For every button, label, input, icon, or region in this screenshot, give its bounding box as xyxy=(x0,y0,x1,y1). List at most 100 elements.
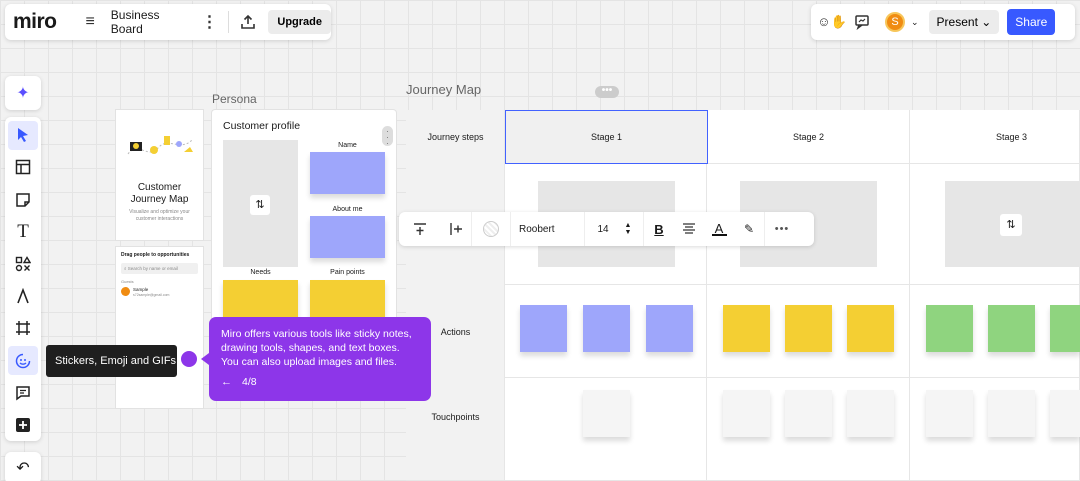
pain-label: Pain points xyxy=(330,269,365,276)
sticker-emoji-icon[interactable] xyxy=(8,345,38,376)
share-button[interactable]: Share xyxy=(1007,9,1056,35)
comment-present-icon[interactable] xyxy=(847,7,877,37)
left-toolbar: T xyxy=(5,117,41,441)
onboarding-tip: Miro offers various tools like sticky no… xyxy=(209,317,431,401)
swap-icon[interactable]: ⇅ xyxy=(250,195,270,215)
stage-label[interactable]: Stage 1 xyxy=(505,132,708,142)
reactions-icon[interactable]: ☺✋ xyxy=(817,7,847,37)
action-sticky[interactable] xyxy=(988,305,1035,352)
menu-icon[interactable]: ≡ xyxy=(76,7,105,37)
template-title: Customer Journey Map xyxy=(130,182,189,205)
action-sticky[interactable] xyxy=(520,305,567,352)
text-icon[interactable]: T xyxy=(8,217,38,246)
touchpoint-sticky[interactable] xyxy=(847,390,894,437)
format-toolbar: Roobert 14 ▲ ▼ B A ✎ ••• xyxy=(399,212,814,246)
bold-icon[interactable]: B xyxy=(644,212,674,246)
tip-arrow xyxy=(201,353,209,365)
text-align-icon[interactable] xyxy=(674,212,704,246)
user-name: Sample xyxy=(133,287,149,292)
pen-icon[interactable] xyxy=(8,282,38,311)
shapes-icon[interactable] xyxy=(8,249,38,278)
top-right-bar: ☺✋ S ⌄ Present ⌄ Share xyxy=(811,4,1075,40)
touchpoint-sticky[interactable] xyxy=(1050,390,1080,437)
template-card[interactable]: Customer Journey Map Visualize and optim… xyxy=(116,110,203,240)
select-tool-icon[interactable] xyxy=(8,120,38,150)
name-label: Name xyxy=(338,142,357,149)
about-label: About me xyxy=(332,206,363,213)
touchpoint-sticky[interactable] xyxy=(583,390,630,437)
customer-profile-title: Customer profile xyxy=(223,120,301,132)
top-left-bar: miro ≡ Business Board ⋮ Upgrade xyxy=(5,4,331,40)
search-icon: ⌕ xyxy=(124,266,127,271)
export-icon[interactable] xyxy=(233,7,262,37)
search-placeholder: Search by name or email xyxy=(127,266,178,271)
upgrade-button[interactable]: Upgrade xyxy=(268,10,331,34)
highlight-icon[interactable]: ✎ xyxy=(734,212,764,246)
guests-label: Guests xyxy=(121,279,134,284)
journey-frame-label[interactable]: Journey Map xyxy=(406,82,481,97)
touchpoint-sticky[interactable] xyxy=(785,390,832,437)
more-horizontal-icon[interactable]: ••• xyxy=(595,86,619,98)
customer-profile-card[interactable]: Customer profile · · · ⇅ Name About me Nee… xyxy=(212,110,396,320)
about-sticky[interactable] xyxy=(310,216,385,258)
templates-icon[interactable] xyxy=(8,153,38,182)
text-color-icon[interactable]: A xyxy=(704,212,734,246)
font-size-value[interactable]: 14 xyxy=(585,212,621,246)
opportunities-search[interactable]: ⌕ Search by name or email xyxy=(121,263,198,274)
back-arrow-icon[interactable]: ← xyxy=(221,375,232,389)
action-sticky[interactable] xyxy=(926,305,973,352)
avatar[interactable]: S xyxy=(885,12,905,32)
tip-text: Miro offers various tools like sticky no… xyxy=(221,328,412,368)
board-name[interactable]: Business Board xyxy=(111,8,195,36)
row-label-touchpoints: Touchpoints xyxy=(431,412,480,422)
action-sticky[interactable] xyxy=(723,305,770,352)
stage-label[interactable]: Stage 3 xyxy=(910,132,1080,142)
profile-photo-placeholder[interactable]: ⇅ xyxy=(223,140,298,267)
action-sticky[interactable] xyxy=(646,305,693,352)
tip-pointer-dot xyxy=(181,351,197,367)
tool-tooltip: Stickers, Emoji and GIFs xyxy=(46,345,177,377)
action-sticky[interactable] xyxy=(583,305,630,352)
frame-icon[interactable] xyxy=(8,314,38,343)
undo-icon[interactable]: ↶ xyxy=(16,458,29,478)
more-options-icon[interactable]: ••• xyxy=(765,212,799,246)
miro-logo[interactable]: miro xyxy=(13,10,76,34)
undo-panel: ↶ xyxy=(5,452,41,481)
transparent-fill-icon[interactable] xyxy=(472,212,510,246)
align-left-icon[interactable] xyxy=(441,212,471,246)
persona-frame-label[interactable]: Persona xyxy=(212,92,257,106)
add-more-icon[interactable] xyxy=(8,410,38,439)
user-avatar xyxy=(121,287,130,296)
stage-image-placeholder[interactable]: ⇅ xyxy=(945,181,1080,267)
row-label-journey-steps: Journey steps xyxy=(427,132,484,142)
comment-icon[interactable] xyxy=(8,378,38,407)
user-email: s72sample@gmail.com xyxy=(133,293,170,297)
journey-illustration-icon xyxy=(127,136,193,155)
tip-step-counter: 4/8 xyxy=(242,376,257,388)
opportunities-title: Drag people to opportunities xyxy=(121,252,190,258)
more-vertical-icon[interactable]: ⋮ xyxy=(195,7,224,37)
opportunities-card[interactable]: Drag people to opportunities ⌕ Search by… xyxy=(116,247,203,408)
align-top-icon[interactable] xyxy=(399,212,441,246)
font-size-stepper-icon[interactable]: ▲ ▼ xyxy=(621,212,635,246)
divider xyxy=(228,11,230,33)
touchpoint-sticky[interactable] xyxy=(926,390,973,437)
needs-sticky[interactable] xyxy=(223,280,298,320)
touchpoint-sticky[interactable] xyxy=(723,390,770,437)
name-sticky[interactable] xyxy=(310,152,385,194)
stage-label[interactable]: Stage 2 xyxy=(707,132,910,142)
chevron-down-icon[interactable]: ⌄ xyxy=(911,17,919,28)
sparkle-icon[interactable]: ✦ xyxy=(16,83,29,103)
sticky-note-icon[interactable] xyxy=(8,185,38,214)
template-subtitle: Visualize and optimize your customer int… xyxy=(129,209,190,222)
journey-row-header-col xyxy=(406,110,505,481)
action-sticky[interactable] xyxy=(847,305,894,352)
action-sticky[interactable] xyxy=(785,305,832,352)
present-button[interactable]: Present ⌄ xyxy=(928,10,1000,34)
swap-icon[interactable]: ⇅ xyxy=(1000,214,1022,236)
touchpoint-sticky[interactable] xyxy=(988,390,1035,437)
action-sticky[interactable] xyxy=(1050,305,1080,352)
pain-sticky[interactable] xyxy=(310,280,385,320)
font-select[interactable]: Roobert xyxy=(511,212,584,246)
ai-assist-panel: ✦ xyxy=(5,76,41,110)
